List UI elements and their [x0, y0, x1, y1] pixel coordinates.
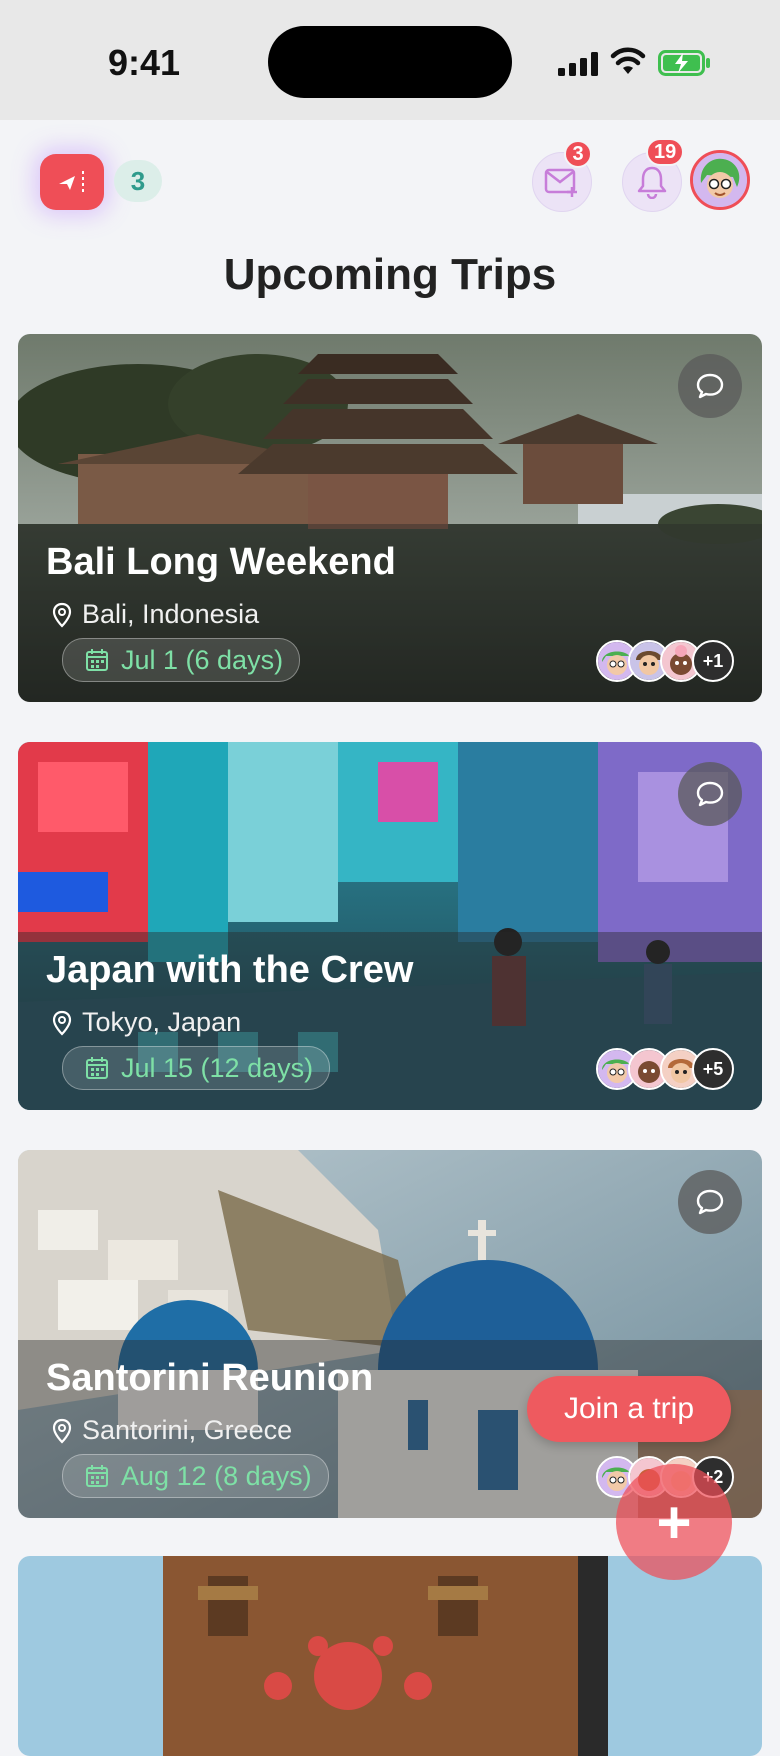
- trip-location-text: Santorini, Greece: [82, 1415, 293, 1445]
- location-pin-icon: [52, 1010, 72, 1036]
- bell-icon: [637, 166, 667, 199]
- ticket-plane-icon: [51, 168, 93, 196]
- mail-badge: 3: [564, 140, 592, 168]
- trips-ticket-button[interactable]: [40, 154, 104, 210]
- notifications-badge: 19: [646, 138, 685, 166]
- trip-location: Santorini, Greece: [52, 1415, 292, 1446]
- calendar-icon: [86, 1465, 108, 1487]
- trip-date-pill: Jul 1 (6 days): [62, 638, 301, 682]
- trip-photo-suitcase: [18, 1556, 762, 1756]
- status-bar: 9:41: [0, 0, 780, 120]
- trip-title: Japan with the Crew: [46, 949, 414, 991]
- status-time: 9:41: [108, 42, 181, 83]
- chat-bubble-icon: [696, 1189, 724, 1215]
- location-pin-icon: [52, 602, 72, 628]
- chat-bubble-icon: [696, 373, 724, 399]
- join-trip-button[interactable]: Join a trip: [527, 1376, 731, 1442]
- trip-date-text: Aug 12 (8 days): [121, 1460, 312, 1491]
- trip-date-text: Jul 1 (6 days): [121, 644, 284, 675]
- wifi-icon: [610, 47, 646, 74]
- calendar-icon: [86, 649, 108, 671]
- trip-chat-button[interactable]: [678, 762, 742, 826]
- trip-card-japan[interactable]: Japan with the Crew Tokyo, Japan Jul 15 …: [18, 742, 762, 1110]
- trip-location: Bali, Indonesia: [52, 599, 259, 630]
- dynamic-island: [268, 26, 512, 98]
- profile-avatar[interactable]: [690, 150, 750, 210]
- trip-card-bali[interactable]: Bali Long Weekend Bali, Indonesia Jul 1 …: [18, 334, 762, 702]
- cellular-signal-icon: [558, 52, 598, 76]
- trip-location-text: Bali, Indonesia: [82, 599, 260, 629]
- trip-members[interactable]: +1: [596, 640, 734, 682]
- trip-card-santorini[interactable]: Santorini Reunion Santorini, Greece Aug …: [18, 1150, 762, 1518]
- location-pin-icon: [52, 1418, 72, 1444]
- chat-bubble-icon: [696, 781, 724, 807]
- page-title: Upcoming Trips: [223, 250, 557, 299]
- trip-title: Bali Long Weekend: [46, 541, 396, 583]
- add-trip-button[interactable]: +: [616, 1464, 732, 1580]
- more-members-count: +1: [692, 640, 734, 682]
- more-members-count: +5: [692, 1048, 734, 1090]
- trip-count-badge: 3: [114, 160, 162, 202]
- trip-date-text: Jul 15 (12 days): [121, 1052, 314, 1083]
- calendar-icon: [86, 1057, 108, 1079]
- avatar: [693, 153, 747, 207]
- trip-location-text: Tokyo, Japan: [82, 1007, 242, 1037]
- trip-date-pill: Jul 15 (12 days): [62, 1046, 331, 1090]
- trip-title: Santorini Reunion: [46, 1357, 374, 1399]
- battery-charging-icon: [658, 50, 710, 76]
- trip-date-pill: Aug 12 (8 days): [62, 1454, 329, 1498]
- trip-card-next[interactable]: [18, 1556, 762, 1756]
- mail-plus-icon: [544, 168, 577, 197]
- trip-chat-button[interactable]: [678, 1170, 742, 1234]
- trip-members[interactable]: +5: [596, 1048, 734, 1090]
- trip-chat-button[interactable]: [678, 354, 742, 418]
- trip-location: Tokyo, Japan: [52, 1007, 241, 1038]
